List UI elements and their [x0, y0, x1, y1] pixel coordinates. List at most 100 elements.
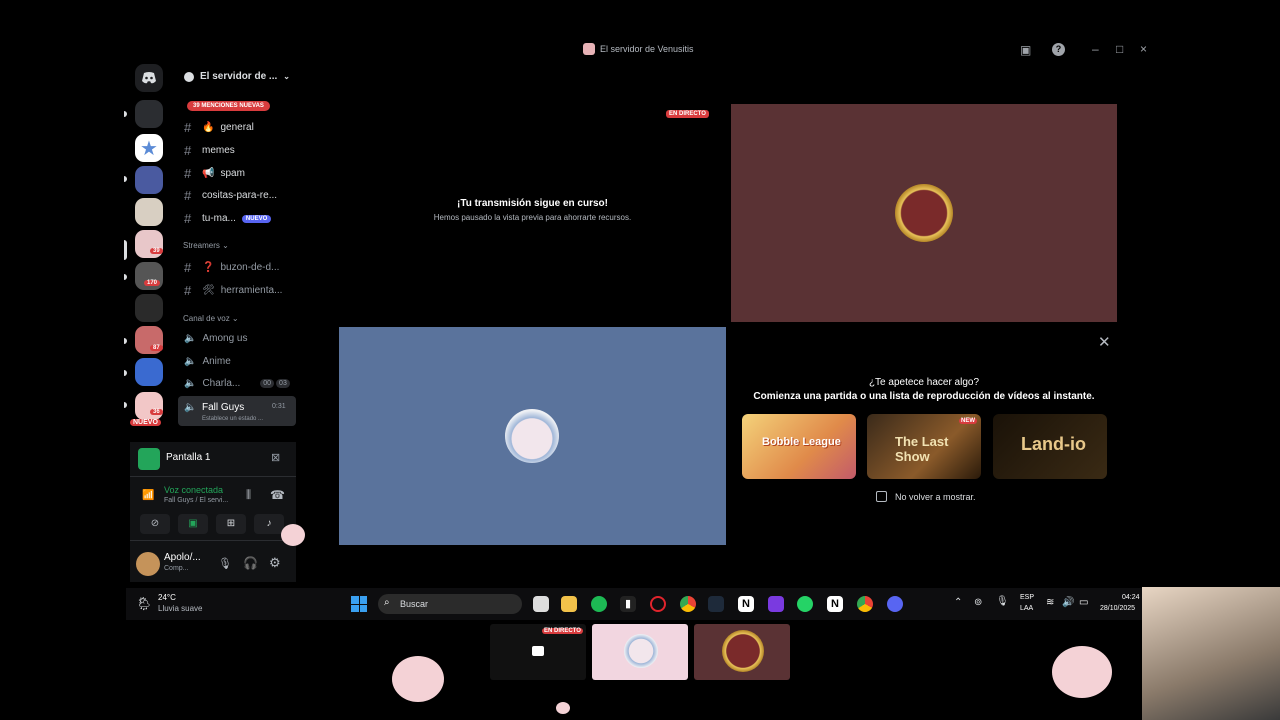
category-streamers[interactable]: Streamers ⌄: [183, 241, 229, 250]
weather-icon[interactable]: 🌦: [136, 596, 153, 612]
game-card-bobble-league[interactable]: Bobble League: [742, 414, 856, 479]
wifi-icon[interactable]: ≋: [1046, 597, 1054, 608]
soundboard-button[interactable]: ♪: [254, 514, 284, 534]
noise-icon[interactable]: ⫼: [246, 489, 251, 502]
battery-icon[interactable]: ▭: [1079, 597, 1088, 608]
channel-emoji: ❓: [202, 262, 215, 273]
microphone-icon[interactable]: 🎙: [218, 557, 232, 570]
dont-show-checkbox[interactable]: [876, 491, 887, 502]
channel-cositas[interactable]: # cositas-para-re...: [184, 188, 277, 203]
activities-button[interactable]: ⊞: [216, 514, 246, 534]
server-icon[interactable]: [135, 392, 163, 420]
settings-gear-icon[interactable]: ⚙: [269, 555, 281, 571]
start-button[interactable]: [351, 596, 367, 612]
channel-tu-ma[interactable]: # tu-ma... NUEVO: [184, 211, 272, 226]
selected-pip: [124, 240, 127, 260]
server-icon[interactable]: [135, 100, 163, 128]
opera-icon[interactable]: [650, 596, 666, 612]
audio-app-icon[interactable]: ▮: [620, 596, 636, 612]
task-view-icon[interactable]: [533, 596, 549, 612]
live-badge: EN DIRECTO: [542, 628, 583, 634]
server-name: El servidor de ...: [200, 71, 278, 82]
volume-icon[interactable]: 🔊: [1062, 597, 1074, 608]
editor-icon[interactable]: [768, 596, 784, 612]
clock-date[interactable]: 28/10/2025: [1100, 605, 1135, 612]
minimize-icon[interactable]: –: [1092, 42, 1099, 56]
channel-status[interactable]: Establece un estado ...: [202, 416, 263, 422]
channel-spam[interactable]: # 📢 spam: [184, 166, 245, 181]
channel-buzon[interactable]: # ❓ buzon-de-d...: [184, 260, 279, 275]
window-title: El servidor de Venusitis: [583, 43, 694, 55]
voice-connected-label[interactable]: Voz conectada: [164, 485, 223, 495]
close-window-icon[interactable]: ×: [1140, 42, 1147, 56]
help-icon[interactable]: ?: [1052, 43, 1065, 56]
discord-taskbar-icon[interactable]: [887, 596, 903, 612]
language-code[interactable]: ESP: [1020, 594, 1034, 601]
voice-channel-among-us[interactable]: 🔈 Among us: [184, 333, 247, 344]
channel-name: Anime: [202, 356, 231, 367]
screen-share-icon[interactable]: ▣: [1020, 43, 1031, 57]
server-icon[interactable]: ★: [135, 134, 163, 162]
maximize-icon[interactable]: □: [1116, 42, 1123, 56]
app-icon[interactable]: [708, 596, 724, 612]
participant-tile[interactable]: [731, 104, 1117, 322]
hash-icon: #: [184, 143, 192, 158]
weather-temp: 24°C: [158, 593, 176, 602]
voice-channel-anime[interactable]: 🔈 Anime: [184, 356, 231, 367]
chrome-icon[interactable]: [857, 596, 873, 612]
server-icon[interactable]: [135, 166, 163, 194]
notion-icon[interactable]: N: [738, 596, 754, 612]
tray-icon[interactable]: ⊚: [974, 597, 982, 608]
server-icon[interactable]: [135, 198, 163, 226]
discord-home-icon[interactable]: [135, 64, 163, 92]
stream-thumbnail-user[interactable]: [694, 624, 790, 680]
new-badge: NUEVO: [241, 214, 272, 223]
game-title: Bobble League: [762, 436, 841, 448]
avatar[interactable]: [136, 552, 160, 576]
file-explorer-icon[interactable]: [561, 596, 577, 612]
hash-icon: #: [184, 283, 192, 298]
chevron-up-icon[interactable]: ⌃: [954, 597, 962, 608]
search-icon: ⌕: [384, 597, 390, 608]
voice-channel-fall-guys[interactable]: 🔈 Fall Guys 0:31 Establece un estado ...: [178, 396, 296, 426]
user-status: Comp...: [164, 565, 189, 572]
stop-share-icon[interactable]: ⊠: [271, 451, 280, 464]
stream-thumbnail-screen[interactable]: EN DIRECTO: [490, 624, 586, 680]
channel-name: spam: [220, 168, 245, 179]
close-icon[interactable]: ✕: [1098, 333, 1111, 351]
channel-emoji: 🔥: [202, 122, 215, 133]
mentions-badge[interactable]: 39 MENCIONES NUEVAS: [187, 101, 270, 111]
user-limit: 03: [276, 379, 290, 388]
game-card-land-io[interactable]: Land-io: [993, 414, 1107, 479]
whatsapp-icon[interactable]: [797, 596, 813, 612]
clock-time[interactable]: 04:24: [1122, 594, 1140, 601]
stream-thumbnail-user[interactable]: [592, 624, 688, 680]
signal-icon: 📶: [142, 490, 155, 501]
headphones-icon[interactable]: 🎧: [243, 556, 258, 570]
category-voice[interactable]: Canal de voz ⌄: [183, 314, 239, 323]
channel-list: El servidor de ... ⌄ # 🔥 general # memes # 📢…: [174, 64, 296, 444]
voice-channel-charla[interactable]: 🔈 Charla... 00 03: [184, 378, 290, 389]
server-header[interactable]: El servidor de ... ⌄: [184, 71, 290, 82]
participant-tile[interactable]: [339, 327, 726, 545]
chrome-icon[interactable]: [680, 596, 696, 612]
username[interactable]: Apolo/...: [164, 552, 201, 563]
notion-icon[interactable]: N: [827, 596, 843, 612]
server-header-icon: [184, 71, 194, 82]
activity-subtitle: Comienza una partida o una lista de repr…: [753, 391, 1095, 402]
speaker-icon: 🔈: [184, 333, 197, 344]
server-icon[interactable]: [135, 358, 163, 386]
game-card-the-last-show[interactable]: The Last Show NEW: [867, 414, 981, 479]
channel-herramienta[interactable]: # 🛠 herramienta...: [184, 283, 282, 298]
channel-general[interactable]: # 🔥 general: [184, 120, 254, 135]
taskbar-search[interactable]: ⌕ Buscar: [378, 594, 522, 614]
screen-share-button[interactable]: ▣: [178, 514, 208, 534]
spotify-icon[interactable]: [591, 596, 607, 612]
disconnect-icon[interactable]: ☎: [270, 488, 285, 502]
keyboard-layout[interactable]: LAA: [1020, 605, 1033, 612]
server-icon[interactable]: [135, 294, 163, 322]
microphone-tray-icon[interactable]: 🎙: [996, 596, 1009, 607]
channel-memes[interactable]: # memes: [184, 143, 235, 158]
avatar: [722, 630, 764, 672]
camera-off-button[interactable]: ⊘: [140, 514, 170, 534]
